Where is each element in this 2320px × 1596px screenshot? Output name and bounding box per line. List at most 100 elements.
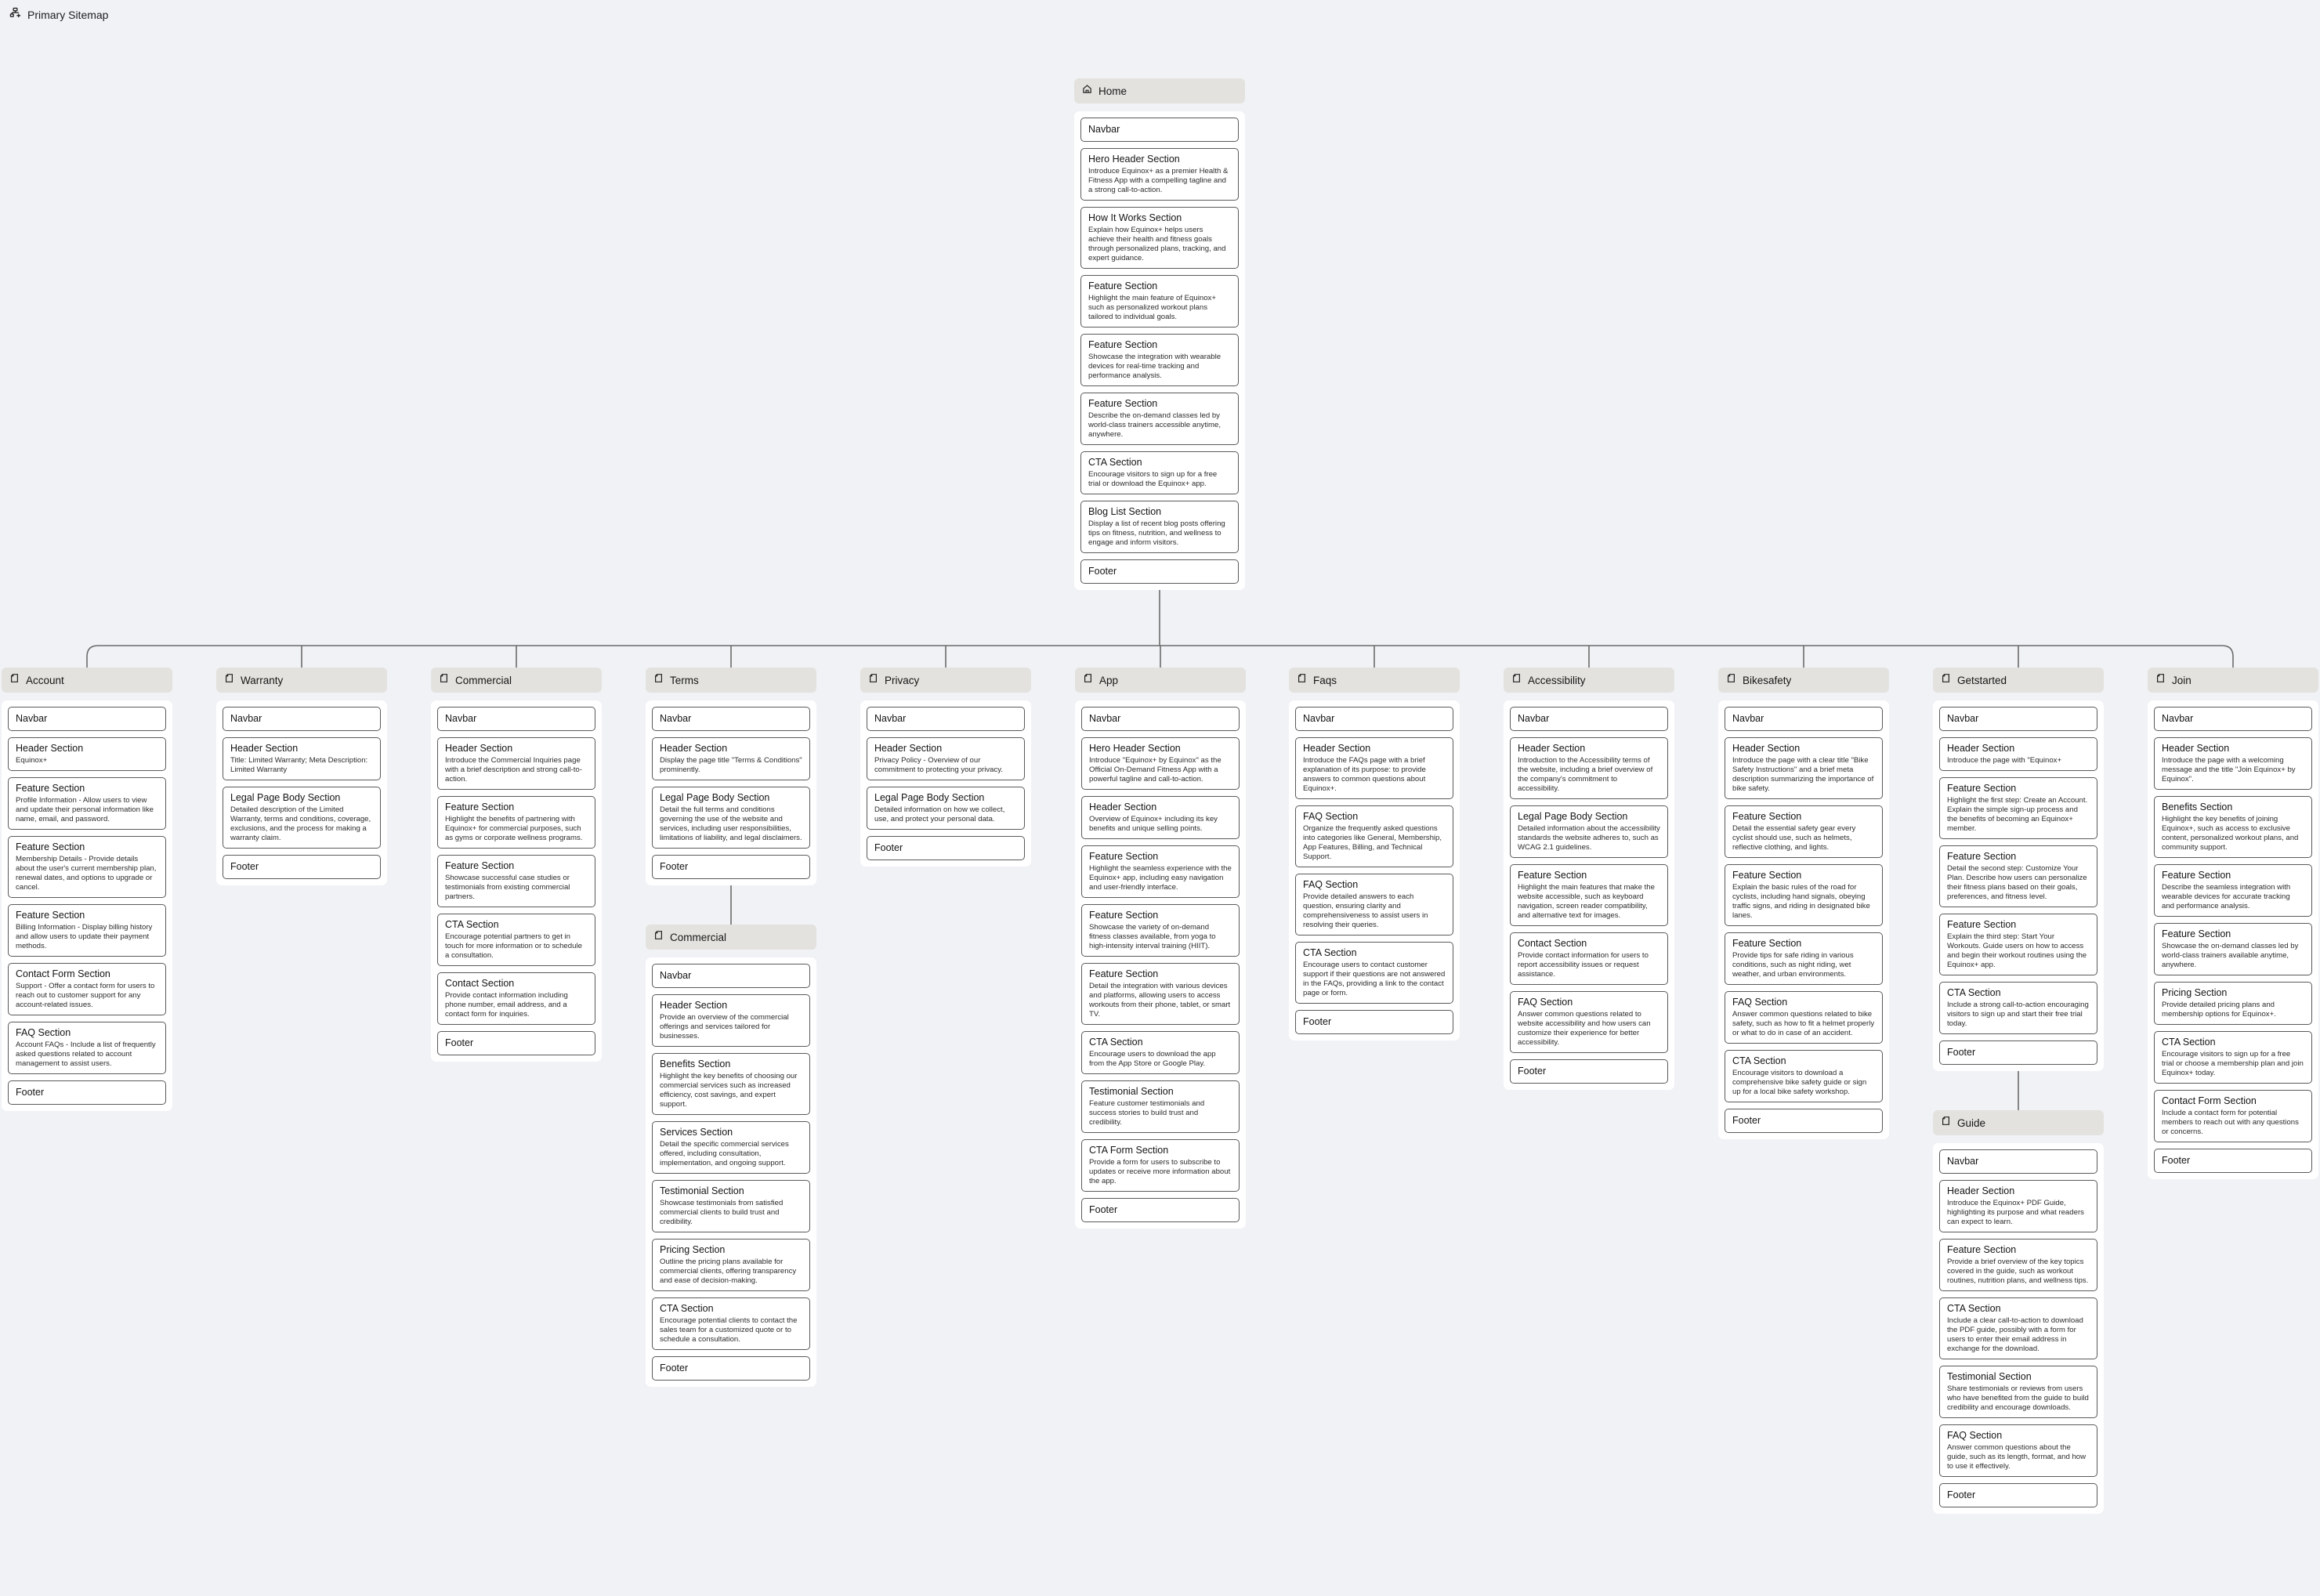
section-cta-section[interactable]: CTA Section Encourage users to download … [1081, 1031, 1240, 1074]
page-header-terms[interactable]: Terms [646, 668, 816, 693]
section-footer[interactable]: Footer [223, 855, 381, 879]
section-footer[interactable]: Footer [1510, 1059, 1668, 1084]
page-header-warranty[interactable]: Warranty [216, 668, 387, 693]
section-feature-section[interactable]: Feature Section Showcase the integration… [1080, 334, 1239, 386]
section-header-section[interactable]: Header Section Provide an overview of th… [652, 994, 810, 1047]
section-footer[interactable]: Footer [867, 836, 1025, 860]
section-feature-section[interactable]: Feature Section Showcase successful case… [437, 855, 595, 907]
section-cta-section[interactable]: CTA Section Encourage visitors to sign u… [2154, 1031, 2312, 1084]
section-benefits-section[interactable]: Benefits Section Highlight the key benef… [2154, 796, 2312, 858]
section-navbar[interactable]: Navbar [1510, 707, 1668, 731]
section-feature-section[interactable]: Feature Section Highlight the first step… [1939, 777, 2097, 839]
section-feature-section[interactable]: Feature Section Highlight the seamless e… [1081, 845, 1240, 898]
page-header-account[interactable]: Account [2, 668, 172, 693]
section-header-section[interactable]: Header Section Introduce the Equinox+ PD… [1939, 1180, 2097, 1232]
page-header-accessibility[interactable]: Accessibility [1504, 668, 1674, 693]
page-header-getstarted[interactable]: Getstarted [1933, 668, 2104, 693]
section-feature-section[interactable]: Feature Section Highlight the main featu… [1510, 864, 1668, 926]
section-faq-section[interactable]: FAQ Section Provide detailed answers to … [1295, 874, 1453, 936]
section-navbar[interactable]: Navbar [1725, 707, 1883, 731]
section-footer[interactable]: Footer [652, 1356, 810, 1381]
section-feature-section[interactable]: Feature Section Highlight the main featu… [1080, 275, 1239, 328]
section-cta-section[interactable]: CTA Section Encourage potential partners… [437, 914, 595, 966]
section-faq-section[interactable]: FAQ Section Answer common questions rela… [1725, 991, 1883, 1044]
section-header-section[interactable]: Header Section Title: Limited Warranty; … [223, 737, 381, 780]
section-testimonial-section[interactable]: Testimonial Section Feature customer tes… [1081, 1080, 1240, 1133]
section-pricing-section[interactable]: Pricing Section Outline the pricing plan… [652, 1239, 810, 1291]
page-header-terms-commercial[interactable]: Commercial [646, 925, 816, 950]
section-services-section[interactable]: Services Section Detail the specific com… [652, 1121, 810, 1174]
section-navbar[interactable]: Navbar [437, 707, 595, 731]
section-header-section[interactable]: Header Section Introduce the FAQs page w… [1295, 737, 1453, 799]
section-header-section[interactable]: Header Section Introduce the Commercial … [437, 737, 595, 790]
section-footer[interactable]: Footer [8, 1080, 166, 1105]
page-header-join[interactable]: Join [2148, 668, 2318, 693]
section-hero-header-section[interactable]: Hero Header Section Introduce "Equinox+ … [1081, 737, 1240, 790]
section-feature-section[interactable]: Feature Section Explain the basic rules … [1725, 864, 1883, 926]
section-header-section[interactable]: Header Section Introduce the page with "… [1939, 737, 2097, 771]
page-header-privacy[interactable]: Privacy [860, 668, 1031, 693]
section-cta-form-section[interactable]: CTA Form Section Provide a form for user… [1081, 1139, 1240, 1192]
section-header-section[interactable]: Header Section Display the page title "T… [652, 737, 810, 780]
section-cta-section[interactable]: CTA Section Include a clear call-to-acti… [1939, 1297, 2097, 1359]
section-legal-page-body-section[interactable]: Legal Page Body Section Detail the full … [652, 787, 810, 849]
section-feature-section[interactable]: Feature Section Provide tips for safe ri… [1725, 932, 1883, 985]
section-header-section[interactable]: Header Section Introduction to the Acces… [1510, 737, 1668, 799]
section-testimonial-section[interactable]: Testimonial Section Share testimonials o… [1939, 1366, 2097, 1418]
section-benefits-section[interactable]: Benefits Section Highlight the key benef… [652, 1053, 810, 1115]
section-feature-section[interactable]: Feature Section Provide a brief overview… [1939, 1239, 2097, 1291]
section-footer[interactable]: Footer [1080, 559, 1239, 584]
section-feature-section[interactable]: Feature Section Showcase the on-demand c… [2154, 923, 2312, 975]
section-footer[interactable]: Footer [1295, 1010, 1453, 1034]
section-faq-section[interactable]: FAQ Section Answer common questions rela… [1510, 991, 1668, 1053]
section-navbar[interactable]: Navbar [1939, 707, 2097, 731]
section-header-section[interactable]: Header Section Introduce the page with a… [2154, 737, 2312, 790]
section-faq-section[interactable]: FAQ Section Answer common questions abou… [1939, 1424, 2097, 1477]
page-header-home[interactable]: Home [1074, 78, 1245, 103]
section-header-section[interactable]: Header Section Equinox+ [8, 737, 166, 771]
section-blog-list-section[interactable]: Blog List Section Display a list of rece… [1080, 501, 1239, 553]
section-faq-section[interactable]: FAQ Section Organize the frequently aske… [1295, 805, 1453, 867]
section-cta-section[interactable]: CTA Section Encourage visitors to sign u… [1080, 451, 1239, 494]
section-legal-page-body-section[interactable]: Legal Page Body Section Detailed descrip… [223, 787, 381, 849]
section-hero-header-section[interactable]: Hero Header Section Introduce Equinox+ a… [1080, 148, 1239, 201]
section-how-it-works-section[interactable]: How It Works Section Explain how Equinox… [1080, 207, 1239, 269]
page-header-bikesafety[interactable]: Bikesafety [1718, 668, 1889, 693]
section-footer[interactable]: Footer [2154, 1149, 2312, 1173]
section-navbar[interactable]: Navbar [867, 707, 1025, 731]
section-footer[interactable]: Footer [1939, 1040, 2097, 1065]
section-navbar[interactable]: Navbar [652, 964, 810, 988]
section-feature-section[interactable]: Feature Section Highlight the benefits o… [437, 796, 595, 849]
section-feature-section[interactable]: Feature Section Showcase the variety of … [1081, 904, 1240, 957]
section-feature-section[interactable]: Feature Section Detail the essential saf… [1725, 805, 1883, 858]
section-footer[interactable]: Footer [437, 1031, 595, 1055]
section-contact-section[interactable]: Contact Section Provide contact informat… [1510, 932, 1668, 985]
section-navbar[interactable]: Navbar [1081, 707, 1240, 731]
section-feature-section[interactable]: Feature Section Detail the integration w… [1081, 963, 1240, 1025]
section-footer[interactable]: Footer [1725, 1109, 1883, 1133]
section-legal-page-body-section[interactable]: Legal Page Body Section Detailed informa… [1510, 805, 1668, 858]
section-cta-section[interactable]: CTA Section Encourage visitors to downlo… [1725, 1050, 1883, 1102]
section-testimonial-section[interactable]: Testimonial Section Showcase testimonial… [652, 1180, 810, 1232]
section-cta-section[interactable]: CTA Section Encourage users to contact c… [1295, 942, 1453, 1004]
section-contact-section[interactable]: Contact Section Provide contact informat… [437, 972, 595, 1025]
section-pricing-section[interactable]: Pricing Section Provide detailed pricing… [2154, 982, 2312, 1025]
section-header-section[interactable]: Header Section Introduce the page with a… [1725, 737, 1883, 799]
section-navbar[interactable]: Navbar [1295, 707, 1453, 731]
section-navbar[interactable]: Navbar [223, 707, 381, 731]
section-feature-section[interactable]: Feature Section Membership Details - Pro… [8, 836, 166, 898]
section-header-section[interactable]: Header Section Privacy Policy - Overview… [867, 737, 1025, 780]
section-contact-form-section[interactable]: Contact Form Section Support - Offer a c… [8, 963, 166, 1015]
section-header-section[interactable]: Header Section Overview of Equinox+ incl… [1081, 796, 1240, 839]
section-navbar[interactable]: Navbar [2154, 707, 2312, 731]
section-feature-section[interactable]: Feature Section Detail the second step: … [1939, 845, 2097, 907]
page-header-faqs[interactable]: Faqs [1289, 668, 1460, 693]
section-navbar[interactable]: Navbar [652, 707, 810, 731]
section-navbar[interactable]: Navbar [1080, 118, 1239, 142]
page-header-commercial[interactable]: Commercial [431, 668, 602, 693]
section-cta-section[interactable]: CTA Section Encourage potential clients … [652, 1297, 810, 1350]
section-footer[interactable]: Footer [1939, 1483, 2097, 1507]
page-header-app[interactable]: App [1075, 668, 1246, 693]
section-navbar[interactable]: Navbar [8, 707, 166, 731]
section-navbar[interactable]: Navbar [1939, 1149, 2097, 1174]
